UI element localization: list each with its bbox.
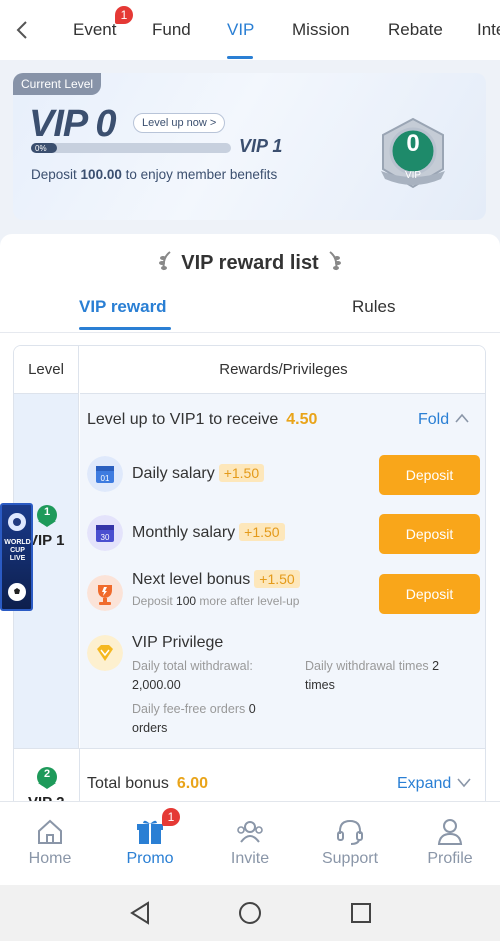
- daily-fee-free-orders: Daily fee-free orders 0 orders: [132, 702, 256, 735]
- monthly-salary-amount: +1.50: [239, 523, 285, 541]
- profile-icon: [437, 819, 463, 845]
- vip1-badge-number: 1: [43, 506, 51, 518]
- tab-divider: [0, 332, 500, 333]
- system-home-icon[interactable]: [236, 899, 264, 927]
- vip2-total-bonus-text: Total bonus 6.00: [87, 775, 208, 792]
- nav-support-label: Support: [321, 850, 379, 867]
- svg-text:30: 30: [101, 533, 110, 542]
- laurel-left-icon: [158, 251, 171, 271]
- tab-event[interactable]: Event: [73, 20, 116, 40]
- tab-inte[interactable]: Inte: [477, 20, 500, 40]
- level-up-button[interactable]: Level up now >: [133, 113, 226, 133]
- current-level-tag: Current Level: [13, 73, 102, 95]
- world-cup-live-banner[interactable]: WORLD CUP LIVE: [0, 503, 33, 611]
- next-level-label: VIP 1: [239, 136, 283, 156]
- daily-salary-amount: +1.50: [218, 464, 265, 482]
- next-level-bonus-deposit-button[interactable]: Deposit: [379, 574, 480, 614]
- calendar-01-icon: 01: [87, 456, 123, 492]
- expand-toggle[interactable]: Expand: [397, 775, 472, 793]
- monthly-salary-label: Monthly salary +1.50: [132, 523, 285, 542]
- col-header-rewards: Rewards/Privileges: [80, 346, 485, 393]
- reward-list-title: VIP reward list: [0, 250, 500, 275]
- system-recents-icon[interactable]: [347, 899, 375, 927]
- level-progress-text: 0%: [35, 144, 47, 153]
- tab-mission[interactable]: Mission: [292, 20, 350, 40]
- top-tab-bar: Event 1 Fund VIP Mission Rebate Inte: [0, 0, 500, 60]
- col-header-level: Level: [14, 346, 79, 393]
- monthly-salary-deposit-button[interactable]: Deposit: [379, 514, 480, 554]
- daily-salary-label: Daily salary +1.50: [132, 464, 265, 483]
- trophy-icon: [87, 575, 123, 611]
- vip1-level-label: VIP 1: [28, 532, 65, 549]
- next-level-bonus-note: Deposit 100 more after level-up: [132, 594, 300, 608]
- nav-support[interactable]: Support: [300, 802, 400, 886]
- medal-number: 0: [406, 130, 420, 157]
- soccer-ball-icon: [8, 583, 26, 601]
- bottom-nav: Home 1 Promo Invite Support Profile: [0, 801, 500, 885]
- deposit-requirement: Deposit 100.00 to enjoy member benefits: [31, 167, 278, 182]
- vip2-row[interactable]: 2 VIP 2 Total bonus 6.00 Expand: [14, 748, 485, 804]
- banner-text: WORLD CUP LIVE: [4, 539, 31, 562]
- subtab-indicator: [79, 327, 171, 330]
- vip-reward-table: Level Rewards/Privileges 1 VIP 1 Level u…: [13, 345, 486, 804]
- active-tab-indicator: [227, 56, 253, 59]
- nav-invite[interactable]: Invite: [200, 802, 300, 886]
- level-progress-track: [31, 143, 231, 153]
- nav-home-label: Home: [28, 850, 72, 867]
- vip2-badge-number: 2: [43, 768, 51, 780]
- vip-privilege-title: VIP Privilege: [132, 634, 224, 651]
- home-icon: [38, 819, 62, 844]
- nav-promo[interactable]: 1 Promo: [100, 802, 200, 886]
- next-level-bonus-amount: +1.50: [254, 570, 300, 588]
- tab-rules[interactable]: Rules: [352, 297, 395, 317]
- tab-rebate[interactable]: Rebate: [388, 20, 443, 40]
- chevron-down-icon: [457, 778, 471, 788]
- vip2-col-divider: [79, 749, 80, 804]
- medal-label: VIP: [404, 170, 422, 181]
- tab-fund[interactable]: Fund: [152, 20, 191, 40]
- next-level-bonus-label: Next level bonus +1.50: [132, 570, 300, 589]
- nav-home[interactable]: Home: [0, 802, 100, 886]
- headset-icon: [337, 819, 363, 845]
- vip1-rewards-cell: Level up to VIP1 to receive 4.50 Fold 01 …: [80, 393, 485, 748]
- tab-vip[interactable]: VIP: [227, 20, 254, 40]
- daily-salary-deposit-button[interactable]: Deposit: [379, 455, 480, 495]
- system-nav-bar: [0, 885, 500, 941]
- trophy-ball-icon: [8, 513, 26, 531]
- daily-withdrawal-times: Daily withdrawal times 2 times: [305, 659, 440, 692]
- event-badge: 1: [115, 6, 133, 24]
- invite-icon: [237, 821, 263, 843]
- chevron-up-icon: [454, 413, 469, 423]
- vip1-total-amount: 4.50: [286, 411, 318, 428]
- vip-level-title: VIP 0: [29, 103, 117, 145]
- nav-promo-label: Promo: [126, 850, 174, 867]
- diamond-icon: [87, 635, 123, 671]
- current-level-card: Current Level VIP 0 Level up now > 0% VI…: [13, 73, 486, 220]
- vip1-receive-text: Level up to VIP1 to receive 4.50: [87, 411, 318, 428]
- nav-profile[interactable]: Profile: [400, 802, 500, 886]
- promo-badge: 1: [162, 808, 180, 826]
- tab-vip-reward[interactable]: VIP reward: [79, 297, 167, 317]
- nav-profile-label: Profile: [427, 850, 473, 867]
- system-back-icon[interactable]: [126, 899, 154, 927]
- calendar-30-icon: 30: [87, 515, 123, 551]
- laurel-right-icon: [329, 251, 342, 271]
- vip2-total-amount: 6.00: [176, 775, 208, 792]
- back-arrow-icon[interactable]: [12, 16, 34, 44]
- daily-total-withdrawal: Daily total withdrawal: 2,000.00: [132, 659, 253, 692]
- vip-reward-card: VIP reward list VIP reward Rules Level R…: [0, 234, 500, 804]
- nav-invite-label: Invite: [230, 850, 270, 867]
- fold-toggle[interactable]: Fold: [418, 411, 470, 429]
- svg-text:01: 01: [101, 474, 110, 483]
